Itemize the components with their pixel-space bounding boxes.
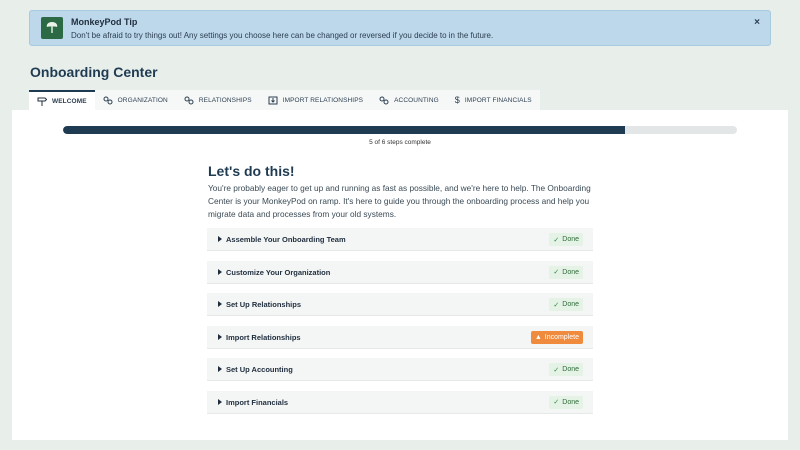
tab-label: ORGANIZATION [117,96,168,104]
progress-bar [63,126,737,134]
check-icon: ✓ [553,366,560,374]
step-label: Customize Your Organization [226,267,331,277]
status-badge: ✓ Done [549,233,583,246]
status-text: Done [562,398,579,406]
progress-text: 5 of 6 steps complete [369,139,431,146]
steps-list: Assemble Your Onboarding Team ✓ Done Cust… [207,228,593,423]
step-set-up-accounting[interactable]: Set Up Accounting ✓ Done [207,358,593,381]
status-text: Done [562,366,579,373]
progress-fill [63,126,625,134]
tab-bar: WELCOME ORGANIZATION RELATIONSHIPS IMPOR… [29,90,540,110]
import-icon [268,96,278,104]
monkeypod-logo-icon [41,17,63,39]
check-icon: ✓ [553,399,560,406]
tab-label: ACCOUNTING [394,96,439,104]
status-text: Done [562,268,579,276]
step-label: Assemble Your Onboarding Team [226,235,346,244]
caret-right-icon [218,236,222,242]
gears-icon [379,96,389,104]
step-set-up-relationships[interactable]: Set Up Relationships ✓ Done [207,293,593,316]
intro-text: You're probably eager to get up and runn… [208,183,591,219]
caret-right-icon [218,333,222,340]
dollar-icon: $ [454,95,460,105]
check-icon: ✓ [553,269,560,276]
close-icon[interactable]: × [754,17,760,28]
tab-relationships[interactable]: RELATIONSHIPS [175,90,260,110]
tab-label: RELATIONSHIPS [198,96,252,104]
gears-icon [184,96,194,104]
check-icon: ✓ [553,236,560,244]
status-badge: ✓ Done [549,363,583,376]
tab-import-relationships[interactable]: IMPORT RELATIONSHIPS [259,90,372,110]
tab-label: IMPORT FINANCIALS [464,96,532,104]
step-label: Set Up Relationships [226,300,302,309]
step-label: Import Financials [226,397,289,407]
tab-welcome[interactable]: WELCOME [29,90,95,110]
signpost-icon [37,97,47,106]
caret-right-icon [218,301,222,307]
step-import-relationships[interactable]: Import Relationships ▲ Incomplete [207,325,593,349]
warning-icon: ▲ [534,333,542,341]
caret-right-icon [218,398,222,405]
tab-label: WELCOME [52,97,87,105]
check-icon: ✓ [553,301,560,309]
status-text: Incomplete [544,333,579,341]
status-text: Done [562,301,579,308]
step-label: Set Up Accounting [226,365,293,374]
status-badge: ▲ Incomplete [530,330,583,344]
page-title: Onboarding Center [30,64,158,80]
onboarding-panel: 5 of 6 steps complete Let's do this! You… [12,110,788,440]
step-customize-organization[interactable]: Customize Your Organization ✓ Done [207,260,593,284]
status-badge: ✓ Done [549,395,583,409]
headline: Let's do this! [208,163,295,179]
status-text: Done [562,236,579,243]
tab-label: IMPORT RELATIONSHIPS [282,96,364,104]
tip-text: Don't be afraid to try things out! Any s… [71,31,494,40]
step-label: Import Relationships [226,332,301,342]
tip-title: MonkeyPod Tip [71,17,138,27]
status-badge: ✓ Done [549,265,583,279]
tab-import-financials[interactable]: $ IMPORT FINANCIALS [446,90,540,110]
step-import-financials[interactable]: Import Financials ✓ Done [207,390,593,414]
step-assemble-team[interactable]: Assemble Your Onboarding Team ✓ Done [207,228,593,251]
gears-icon [103,96,113,104]
tip-banner: MonkeyPod Tip Don't be afraid to try thi… [29,10,771,46]
status-badge: ✓ Done [549,298,583,311]
tab-organization[interactable]: ORGANIZATION [94,90,176,110]
caret-right-icon [218,268,222,275]
caret-right-icon [218,366,222,372]
tab-accounting[interactable]: ACCOUNTING [371,90,447,110]
